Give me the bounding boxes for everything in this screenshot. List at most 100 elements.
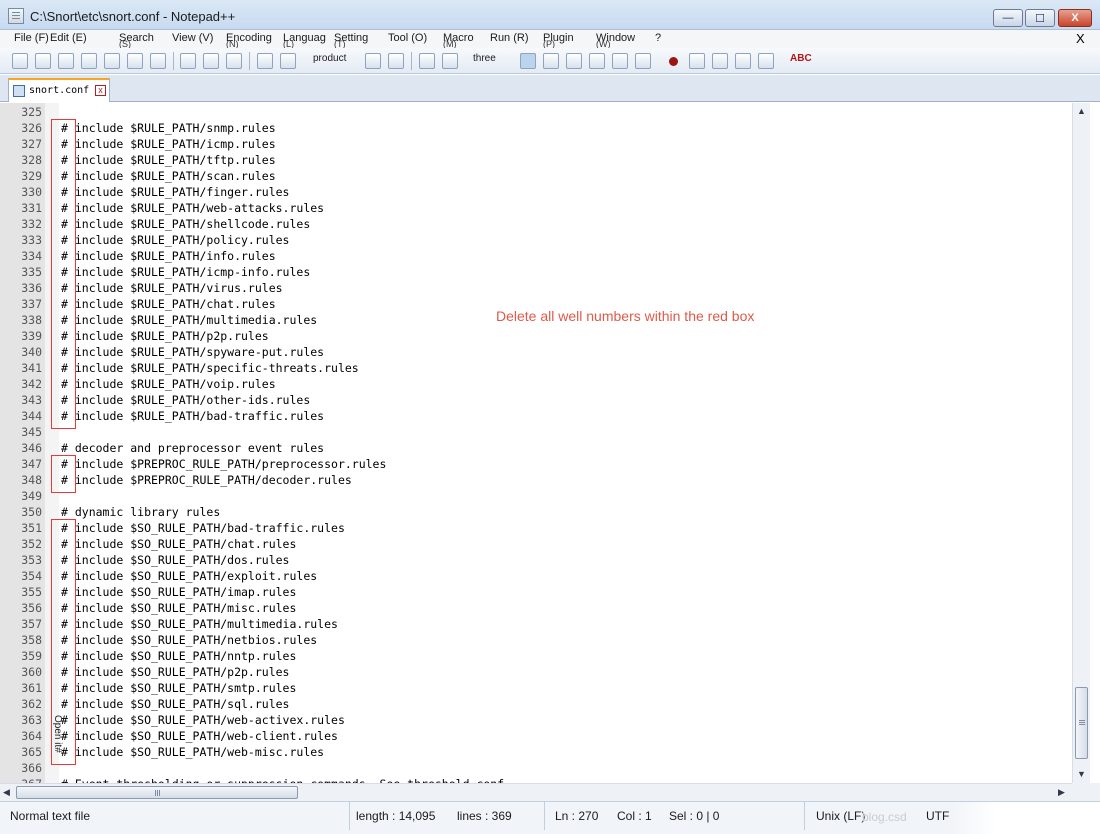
close-document-x[interactable]: X <box>1076 31 1085 46</box>
line-number: 339 <box>21 329 42 343</box>
save-macro-icon[interactable] <box>758 53 774 69</box>
new-file-icon[interactable] <box>12 53 28 69</box>
line-number: 357 <box>21 617 42 631</box>
line-text: # include $SO_RULE_PATH/web-misc.rules <box>61 745 325 759</box>
line-number: 342 <box>21 377 42 391</box>
copy-icon[interactable] <box>203 53 219 69</box>
vertical-scrollbar[interactable]: ▲ ▼ <box>1072 103 1090 783</box>
line-text: # include $RULE_PATH/shellcode.rules <box>61 217 311 231</box>
run-macro-multiple-icon[interactable] <box>735 53 751 69</box>
side-tooltip: Open it# <box>52 715 63 753</box>
maximize-button[interactable]: ☐ <box>1025 9 1055 27</box>
tab-label: snort.conf <box>29 85 90 96</box>
tab-snort-conf[interactable]: snort.conf x <box>8 78 110 102</box>
menu-run[interactable]: Run (R) <box>490 32 529 44</box>
menu-view[interactable]: View (V) <box>172 32 213 44</box>
line-text: # include $SO_RULE_PATH/misc.rules <box>61 601 297 615</box>
line-number: 354 <box>21 569 42 583</box>
save-icon[interactable] <box>58 53 74 69</box>
line-number: 341 <box>21 361 42 375</box>
tab-close-icon[interactable]: x <box>95 85 106 96</box>
scroll-right-icon[interactable]: ▶ <box>1058 787 1065 798</box>
print-icon[interactable] <box>150 53 166 69</box>
horizontal-scroll-thumb[interactable] <box>16 786 298 799</box>
paste-icon[interactable] <box>226 53 242 69</box>
line-text: # include $RULE_PATH/chat.rules <box>61 297 276 311</box>
toolbar-separator <box>173 52 174 70</box>
line-text: # include $SO_RULE_PATH/netbios.rules <box>61 633 318 647</box>
status-fade <box>950 802 1100 834</box>
user-language-icon[interactable] <box>589 53 605 69</box>
line-text: # include $RULE_PATH/p2p.rules <box>61 329 269 343</box>
folder-icon[interactable] <box>612 53 628 69</box>
replace-icon[interactable] <box>388 53 404 69</box>
status-encoding: UTF <box>926 809 950 823</box>
line-text: # include $RULE_PATH/finger.rules <box>61 185 290 199</box>
minimize-button[interactable]: — <box>993 9 1023 27</box>
line-text: # include $SO_RULE_PATH/nntp.rules <box>61 649 297 663</box>
find-icon[interactable] <box>365 53 381 69</box>
line-text: # dynamic library rules <box>61 505 221 519</box>
line-number: 347 <box>21 457 42 471</box>
line-number: 350 <box>21 505 42 519</box>
line-text: # include $RULE_PATH/spyware-put.rules <box>61 345 325 359</box>
line-text: # include $SO_RULE_PATH/sql.rules <box>61 697 290 711</box>
cut-icon[interactable] <box>180 53 196 69</box>
stop-recording-icon[interactable] <box>689 53 705 69</box>
scroll-up-icon[interactable]: ▲ <box>1077 106 1086 116</box>
spell-check-icon[interactable]: ABC <box>790 53 812 64</box>
line-number: 337 <box>21 297 42 311</box>
line-number: 329 <box>21 169 42 183</box>
record-macro-icon[interactable] <box>669 57 678 66</box>
menu-help[interactable]: ? <box>655 32 661 44</box>
line-text: # include $PREPROC_RULE_PATH/decoder.rul… <box>61 473 352 487</box>
save-all-icon[interactable] <box>81 53 97 69</box>
status-watermark: blog.csd <box>862 810 907 824</box>
status-cell: Normal text file <box>0 802 350 830</box>
line-text: # include $SO_RULE_PATH/exploit.rules <box>61 569 318 583</box>
line-number: 325 <box>21 105 42 119</box>
line-number: 362 <box>21 697 42 711</box>
line-text: # include $RULE_PATH/snmp.rules <box>61 121 276 135</box>
indent-guide-icon[interactable] <box>566 53 582 69</box>
line-text: # include $SO_RULE_PATH/imap.rules <box>61 585 297 599</box>
zoom-out-icon[interactable] <box>442 53 458 69</box>
line-number: 353 <box>21 553 42 567</box>
line-number: 333 <box>21 233 42 247</box>
monitor-icon[interactable] <box>635 53 651 69</box>
product-tooltip-label: product <box>313 53 347 64</box>
line-number: 330 <box>21 185 42 199</box>
vertical-scroll-thumb[interactable] <box>1075 687 1088 759</box>
close-all-icon[interactable] <box>127 53 143 69</box>
close-file-icon[interactable] <box>104 53 120 69</box>
horizontal-scrollbar[interactable]: ◀ ▶ <box>0 783 1072 801</box>
status-line-number: Ln : 270 <box>555 809 599 823</box>
menu-edit[interactable]: Edit (E) <box>50 32 87 44</box>
editor-area[interactable]: 325 326 # include $RULE_PATH/snmp.rules 327… <box>0 103 1072 783</box>
play-macro-icon[interactable] <box>712 53 728 69</box>
scroll-left-icon[interactable]: ◀ <box>3 787 10 798</box>
redo-icon[interactable] <box>280 53 296 69</box>
status-lines: lines : 369 <box>457 809 512 823</box>
line-number: 336 <box>21 281 42 295</box>
line-number: 331 <box>21 201 42 215</box>
open-file-icon[interactable] <box>35 53 51 69</box>
annotation-text: Delete all well numbers within the red b… <box>496 308 755 324</box>
undo-icon[interactable] <box>257 53 273 69</box>
menu-tool[interactable]: Tool (O) <box>388 32 427 44</box>
status-length: length : 14,095 <box>356 809 436 823</box>
show-all-chars-icon[interactable] <box>543 53 559 69</box>
line-text: # include $RULE_PATH/policy.rules <box>61 233 290 247</box>
notepad-app-icon <box>8 8 24 24</box>
word-wrap-icon[interactable] <box>520 53 536 69</box>
status-eol: Unix (LF) <box>816 809 866 823</box>
close-window-button[interactable]: X <box>1058 9 1092 27</box>
scroll-down-icon[interactable]: ▼ <box>1077 769 1086 779</box>
menu-file[interactable]: File (F) <box>14 32 49 44</box>
line-text: # include $RULE_PATH/voip.rules <box>61 377 276 391</box>
line-text: # include $SO_RULE_PATH/bad-traffic.rule… <box>61 521 345 535</box>
zoom-in-icon[interactable] <box>419 53 435 69</box>
line-number: 332 <box>21 217 42 231</box>
line-text: # include $RULE_PATH/web-attacks.rules <box>61 201 325 215</box>
line-number: 359 <box>21 649 42 663</box>
